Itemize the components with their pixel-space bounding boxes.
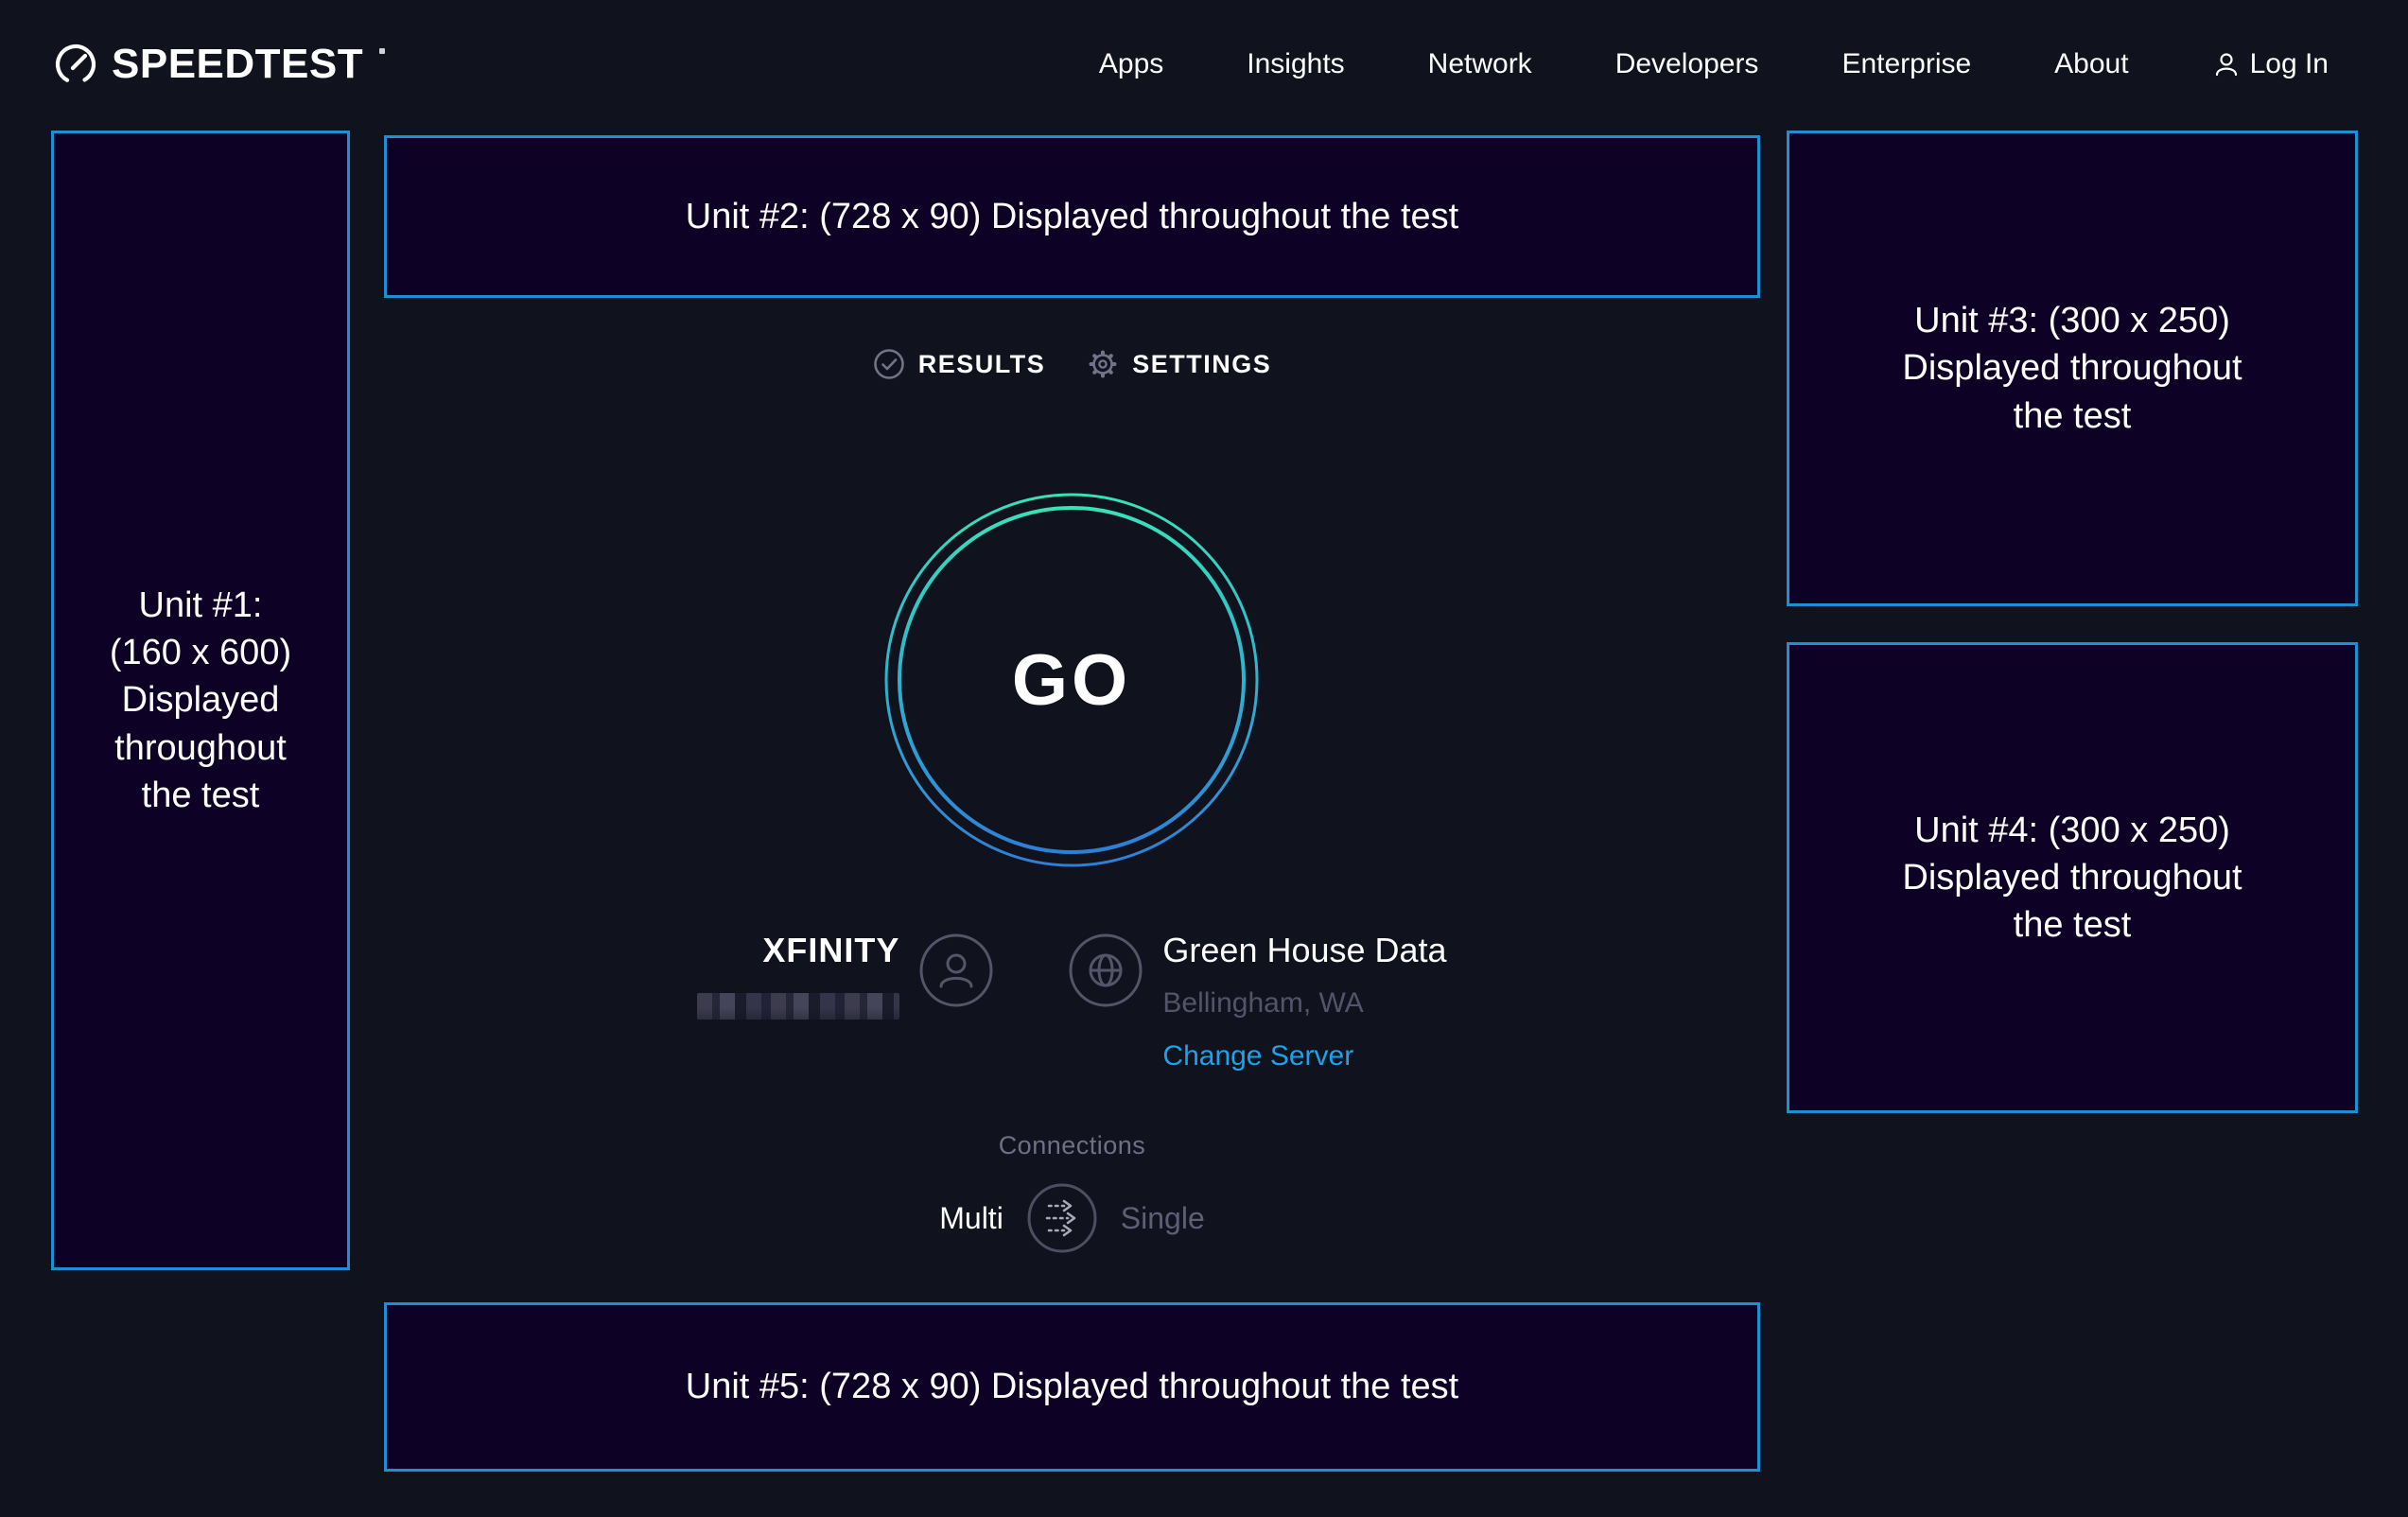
multi-arrows-icon — [1026, 1243, 1098, 1257]
ad-unit-2-label: Unit #2: (728 x 90) Displayed throughout… — [686, 193, 1458, 240]
speedtest-logo[interactable]: SPEEDTEST — [53, 41, 385, 88]
nav-item-enterprise[interactable]: Enterprise — [1841, 48, 1971, 80]
nav-item-about[interactable]: About — [2054, 48, 2128, 80]
go-button[interactable]: GO — [882, 491, 1261, 869]
isp-name: XFINITY — [697, 931, 899, 970]
ad-unit-1: Unit #1: (160 x 600) Displayed throughou… — [51, 131, 350, 1270]
speedtest-gauge-icon — [53, 42, 98, 87]
connections-toggle-button[interactable] — [1026, 1182, 1098, 1254]
gear-icon — [1087, 348, 1119, 380]
nav-item-insights[interactable]: Insights — [1247, 48, 1344, 80]
ad-unit-5: Unit #5: (728 x 90) Displayed throughout… — [384, 1302, 1760, 1472]
connections-multi-label: Multi — [939, 1201, 1003, 1236]
server-block: Green House Data Bellingham, WA Change S… — [1162, 922, 1446, 1072]
ad-unit-5-label: Unit #5: (728 x 90) Displayed throughout… — [686, 1363, 1458, 1410]
connections-toggle-row: Multi Singl — [384, 1182, 1760, 1254]
ad-unit-1-label: Unit #1: (160 x 600) Displayed throughou… — [106, 582, 295, 819]
logo-text: SPEEDTEST — [112, 41, 363, 88]
tab-settings[interactable]: SETTINGS — [1087, 348, 1271, 380]
ad-unit-2: Unit #2: (728 x 90) Displayed throughout… — [384, 135, 1760, 298]
view-tabs: RESULTS — [384, 339, 1760, 390]
ad-unit-3-label: Unit #3: (300 x 250) Displayed throughou… — [1883, 297, 2261, 439]
server-location: Bellingham, WA — [1162, 987, 1446, 1020]
trademark-mark — [379, 48, 385, 54]
header: SPEEDTEST Apps Insights Network Develope… — [0, 0, 2408, 129]
change-server-link[interactable]: Change Server — [1162, 1040, 1353, 1072]
tab-results[interactable]: RESULTS — [873, 348, 1046, 380]
nav-item-apps[interactable]: Apps — [1099, 48, 1163, 80]
ip-address-redacted — [697, 993, 899, 1020]
server-name: Green House Data — [1162, 931, 1446, 970]
ad-unit-3: Unit #3: (300 x 250) Displayed throughou… — [1787, 131, 2358, 606]
connections-single-label: Single — [1121, 1201, 1205, 1236]
connections-label: Connections — [384, 1131, 1760, 1160]
main-nav: Apps Insights Network Developers Enterpr… — [1099, 48, 2329, 80]
globe-circle-icon — [1068, 933, 1143, 1008]
settings-tab-label: SETTINGS — [1132, 350, 1271, 379]
person-circle-icon — [918, 933, 994, 1008]
nav-item-network[interactable]: Network — [1428, 48, 1532, 80]
nav-item-developers[interactable]: Developers — [1615, 48, 1759, 80]
login-label: Log In — [2250, 48, 2329, 80]
person-icon — [2212, 50, 2241, 78]
test-meta-row: XFINITY Green House Data Bellingham, WA … — [384, 922, 1760, 1072]
connections-section: Connections Multi — [384, 1131, 1760, 1254]
check-circle-icon — [873, 348, 905, 380]
ad-unit-4-label: Unit #4: (300 x 250) Displayed throughou… — [1883, 807, 2261, 949]
nav-login-button[interactable]: Log In — [2212, 48, 2329, 80]
ad-unit-4: Unit #4: (300 x 250) Displayed throughou… — [1787, 642, 2358, 1113]
results-tab-label: RESULTS — [918, 350, 1046, 379]
speedtest-page: SPEEDTEST Apps Insights Network Develope… — [0, 0, 2408, 1517]
isp-block: XFINITY — [697, 922, 899, 1020]
go-button-label: GO — [882, 491, 1261, 869]
